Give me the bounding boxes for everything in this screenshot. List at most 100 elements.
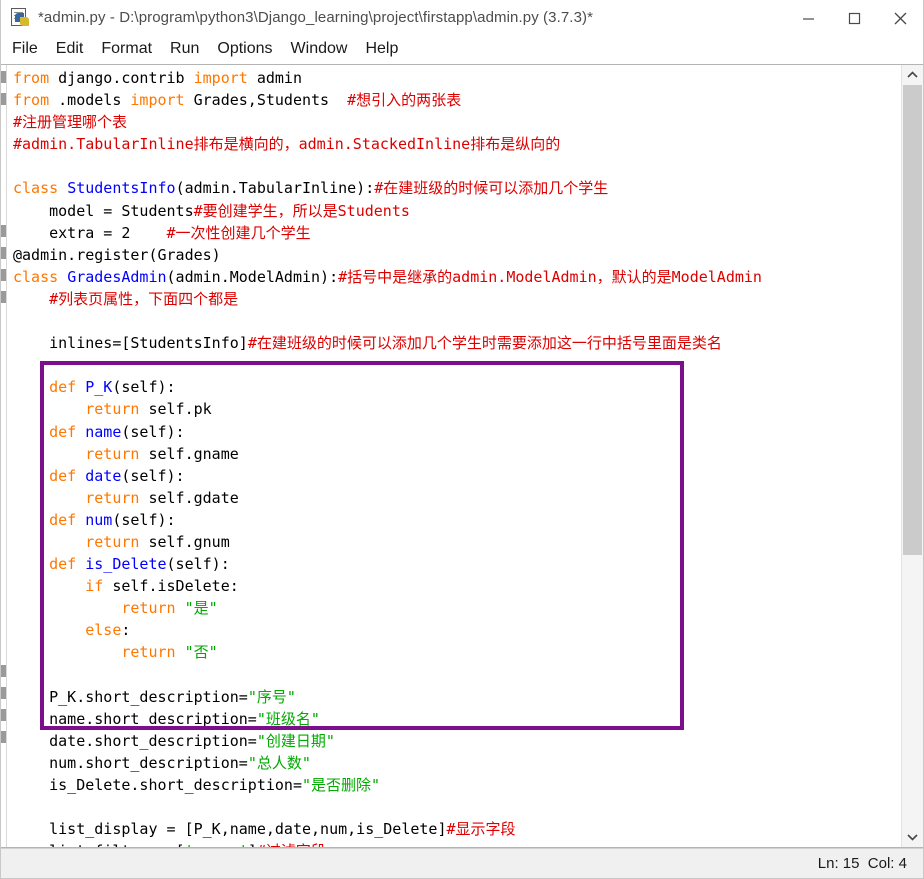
code-token: "班级名" [256, 709, 320, 728]
code-token: if [85, 577, 104, 596]
statusbar: Ln: 15 Col: 4 [1, 848, 923, 878]
code-line: def date(self): [13, 465, 831, 487]
code-token: name.short_description= [13, 709, 257, 728]
code-token: GradesAdmin [67, 267, 167, 286]
code-line: def is_Delete(self): [13, 553, 831, 575]
window-titlebar: *admin.py - D:\program\python3\Django_le… [1, 0, 923, 36]
code-token: "序号" [247, 687, 296, 706]
code-token: ] [248, 842, 257, 847]
menu-options[interactable]: Options [215, 39, 281, 60]
code-token: (self): [166, 555, 230, 574]
code-token: (admin.ModelAdmin): [166, 267, 339, 286]
code-token: .models [49, 91, 131, 110]
code-line: def P_K(self): [13, 376, 831, 398]
code-token: is_Delete [85, 555, 167, 574]
python-file-icon [9, 7, 31, 29]
code-token: "创建日期" [256, 731, 335, 750]
code-token: def [49, 378, 77, 397]
code-line: num.short_description="总人数" [13, 752, 831, 774]
code-line: def name(self): [13, 421, 831, 443]
menu-window[interactable]: Window [289, 39, 357, 60]
code-token: from [13, 91, 50, 110]
code-line: return self.gnum [13, 531, 831, 553]
code-token: (admin.TabularInline): [175, 179, 375, 198]
code-token: Grades,Students [184, 91, 348, 110]
code-line: return self.gdate [13, 487, 831, 509]
code-token: def [49, 510, 77, 529]
code-token: return [85, 532, 140, 551]
code-token: class [13, 267, 59, 286]
scroll-down-arrow[interactable] [902, 827, 923, 847]
code-token: date.short_description= [13, 731, 257, 750]
menu-format[interactable]: Format [99, 39, 161, 60]
minimize-button[interactable] [785, 0, 831, 36]
menu-edit[interactable]: Edit [54, 39, 93, 60]
code-token: (self): [112, 510, 176, 529]
source-code[interactable]: from django.contrib import admin from .m… [13, 67, 831, 847]
code-token: 'gname' [185, 842, 248, 847]
code-token: "是" [184, 599, 218, 618]
code-token: return [85, 444, 140, 463]
code-token: #一次性创建几个学生 [166, 223, 311, 242]
code-token: admin [247, 69, 357, 87]
code-token: num [85, 510, 113, 529]
scrollbar-track[interactable] [902, 85, 923, 827]
code-token: inlines=[StudentsInfo] [13, 334, 248, 353]
code-token: import [193, 69, 248, 87]
code-token: class [13, 179, 59, 198]
maximize-button[interactable] [831, 0, 877, 36]
code-line: from django.contrib import admin [13, 67, 831, 89]
menubar: File Edit Format Run Options Window Help [1, 36, 923, 64]
code-token: "是否删除" [301, 776, 381, 794]
scroll-up-arrow[interactable] [902, 65, 923, 85]
code-token: P_K [85, 378, 113, 397]
code-line: date.short_description="创建日期" [13, 730, 831, 752]
code-line: P_K.short_description="序号" [13, 686, 831, 708]
code-token: def [49, 555, 77, 574]
code-line: class GradesAdmin(admin.ModelAdmin):#括号中… [13, 266, 831, 288]
code-line: return self.gname [13, 443, 831, 465]
code-token: #过滤字段 [257, 842, 326, 847]
menu-run[interactable]: Run [168, 39, 208, 60]
close-button[interactable] [877, 0, 923, 36]
code-token: (self): [112, 378, 176, 397]
code-token: from [13, 69, 50, 87]
vertical-scrollbar[interactable] [901, 65, 923, 847]
code-token: self.gdate [139, 488, 239, 507]
code-token: else [85, 621, 122, 640]
code-token: "总人数" [247, 753, 311, 772]
code-token: #想引入的两张表 [347, 91, 462, 110]
code-line: def num(self): [13, 509, 831, 531]
code-token: self.gnum [139, 532, 230, 551]
code-token: #要创建学生，所以是Students [193, 201, 410, 220]
window-controls [785, 0, 923, 36]
code-token: (self): [121, 466, 185, 485]
code-token: date [85, 466, 122, 485]
code-token: (self): [121, 422, 185, 441]
menu-file[interactable]: File [10, 39, 47, 60]
code-line: @admin.register(Grades) [13, 244, 831, 266]
code-token: def [49, 422, 77, 441]
code-line: #admin.TabularInline排布是横向的，admin.Stacked… [13, 133, 831, 155]
code-token: self.pk [139, 400, 212, 419]
scrollbar-thumb[interactable] [903, 85, 922, 555]
code-text-area[interactable]: from django.contrib import admin from .m… [7, 65, 901, 847]
code-line: name.short_description="班级名" [13, 708, 831, 730]
menu-help[interactable]: Help [363, 39, 407, 60]
